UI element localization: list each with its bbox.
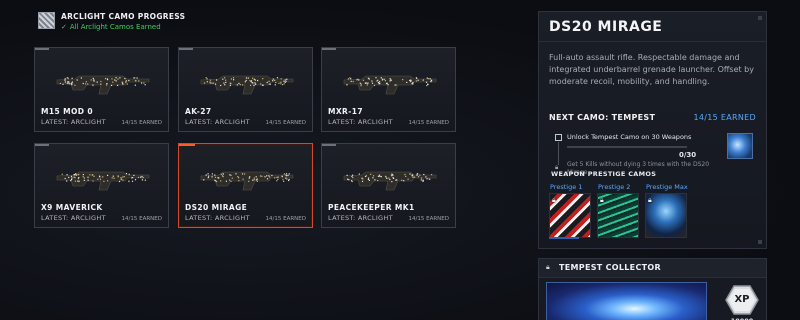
weapon-card-ds20-mirage[interactable]: DS20 MIRAGE LATEST: ARCLIGHT 14/15 EARNE… bbox=[178, 143, 313, 228]
collector-title: TEMPEST COLLECTOR bbox=[559, 263, 661, 272]
prestige-camo-max[interactable]: Prestige Max 🔒︎ bbox=[645, 183, 688, 238]
weapon-description: Full-auto assault rifle. Respectable dam… bbox=[549, 53, 754, 86]
card-accent bbox=[35, 48, 49, 50]
xp-badge-icon: XP bbox=[725, 285, 759, 315]
challenge-connector bbox=[558, 142, 559, 165]
weapon-earned-count: 14/15 EARNED bbox=[121, 216, 162, 222]
tempest-collector-panel[interactable]: 🔒︎ TEMPEST COLLECTOR XP 10000 bbox=[538, 258, 767, 320]
challenge-count: 0/30 bbox=[679, 151, 697, 159]
corner-marker bbox=[758, 16, 762, 20]
weapon-latest-camo: LATEST: ARCLIGHT bbox=[185, 214, 250, 222]
weapon-latest-camo: LATEST: ARCLIGHT bbox=[41, 214, 106, 222]
progress-status: ✓ All Arclight Camos Earned bbox=[61, 22, 185, 32]
prestige-camos-title: WEAPON PRESTIGE CAMOS bbox=[551, 170, 657, 178]
lock-icon: 🔒︎ bbox=[648, 196, 652, 204]
weapon-image bbox=[200, 75, 294, 95]
card-accent bbox=[179, 48, 193, 50]
weapon-latest-camo: LATEST: ARCLIGHT bbox=[41, 118, 106, 126]
next-camo-label: NEXT CAMO: TEMPEST bbox=[549, 113, 656, 122]
weapon-earned-count: 14/15 EARNED bbox=[265, 120, 306, 126]
prestige-camo-2[interactable]: Prestige 2 🔒︎ bbox=[597, 183, 639, 238]
weapon-image bbox=[56, 75, 150, 95]
weapon-card-peacekeeper-mk1[interactable]: PEACEKEEPER MK1 LATEST: ARCLIGHT 14/15 E… bbox=[321, 143, 456, 228]
weapon-name: AK-27 bbox=[185, 107, 212, 116]
xp-label: XP bbox=[734, 294, 750, 305]
arclight-camo-thumbnail bbox=[38, 12, 55, 29]
progress-title: ARCLIGHT CAMO PROGRESS bbox=[61, 12, 186, 21]
weapon-card-mxr-17[interactable]: MXR-17 LATEST: ARCLIGHT 14/15 EARNED bbox=[321, 47, 456, 132]
weapon-earned-count: 14/15 EARNED bbox=[121, 120, 162, 126]
lock-icon: 🔒︎ bbox=[600, 196, 604, 204]
weapon-image bbox=[200, 171, 294, 191]
weapon-name: X9 MAVERICK bbox=[41, 203, 103, 212]
weapon-title: DS20 MIRAGE bbox=[549, 19, 663, 35]
weapon-name: M15 MOD 0 bbox=[41, 107, 94, 116]
panel-header: DS20 MIRAGE bbox=[539, 12, 766, 42]
weapon-name: MXR-17 bbox=[328, 107, 363, 116]
card-accent bbox=[322, 144, 336, 146]
next-camo-earned: 14/15 EARNED bbox=[693, 113, 756, 122]
card-accent bbox=[322, 48, 336, 50]
prestige-label: Prestige 1 bbox=[550, 183, 583, 191]
weapon-image bbox=[343, 75, 437, 95]
collector-reward-image bbox=[546, 282, 707, 320]
corner-marker bbox=[758, 240, 762, 244]
prestige-camo-image: 🔒︎ bbox=[549, 193, 591, 238]
weapon-image bbox=[343, 171, 437, 191]
weapon-detail-panel: DS20 MIRAGE Full-auto assault rifle. Res… bbox=[538, 11, 767, 249]
prestige-camo-image: 🔒︎ bbox=[645, 193, 687, 238]
tempest-camo-reward-thumbnail[interactable] bbox=[727, 133, 753, 159]
weapon-card-x9-maverick[interactable]: X9 MAVERICK LATEST: ARCLIGHT 14/15 EARNE… bbox=[34, 143, 169, 228]
prestige-camo-1[interactable]: Prestige 1 🔒︎ bbox=[549, 183, 591, 238]
weapon-latest-camo: LATEST: ARCLIGHT bbox=[328, 118, 393, 126]
weapon-image bbox=[56, 171, 150, 191]
weapon-earned-count: 14/15 EARNED bbox=[265, 216, 306, 222]
prestige-camo-image: 🔒︎ bbox=[597, 193, 639, 238]
weapon-latest-camo: LATEST: ARCLIGHT bbox=[185, 118, 250, 126]
weapon-name: PEACEKEEPER MK1 bbox=[328, 203, 415, 212]
panel-accent-line bbox=[549, 237, 579, 239]
weapon-card-m15-mod-0[interactable]: M15 MOD 0 LATEST: ARCLIGHT 14/15 EARNED bbox=[34, 47, 169, 132]
challenge-label: Unlock Tempest Camo on 30 Weapons bbox=[567, 133, 692, 141]
weapon-earned-count: 14/15 EARNED bbox=[408, 216, 449, 222]
check-icon: ✓ bbox=[61, 23, 67, 31]
prestige-label: Prestige Max bbox=[646, 183, 688, 191]
weapon-earned-count: 14/15 EARNED bbox=[408, 120, 449, 126]
weapon-card-ak-27[interactable]: AK-27 LATEST: ARCLIGHT 14/15 EARNED bbox=[178, 47, 313, 132]
progress-status-text: All Arclight Camos Earned bbox=[69, 23, 161, 31]
challenge-progress-bar bbox=[567, 146, 687, 148]
prestige-label: Prestige 2 bbox=[598, 183, 631, 191]
weapon-name: DS20 MIRAGE bbox=[185, 203, 248, 212]
weapon-latest-camo: LATEST: ARCLIGHT bbox=[328, 214, 393, 222]
card-accent bbox=[35, 144, 49, 146]
challenge-checkbox bbox=[555, 134, 562, 141]
lock-icon: 🔒︎ bbox=[552, 196, 556, 204]
camo-progress-header: ARCLIGHT CAMO PROGRESS ✓ All Arclight Cam… bbox=[38, 12, 185, 32]
card-accent bbox=[179, 144, 195, 146]
lock-icon: 🔒︎ bbox=[546, 263, 550, 271]
collector-header: 🔒︎ TEMPEST COLLECTOR bbox=[539, 259, 766, 278]
